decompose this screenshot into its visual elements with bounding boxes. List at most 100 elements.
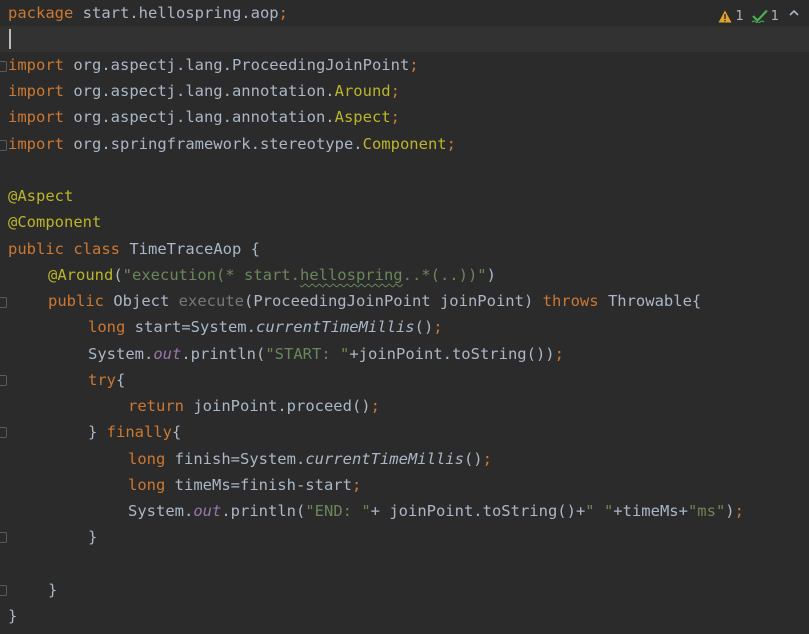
code-line-class-declaration[interactable]: public class TimeTraceAop { [8,236,260,262]
keyword: long [128,476,166,494]
check-count: 1 [770,8,779,24]
keyword: return [128,397,184,415]
import-class: Component [362,135,447,153]
code-line-annotation[interactable]: @Component [8,209,101,235]
parameters: (ProceedingJoinPoint joinPoint) [243,292,543,310]
fold-marker-icon[interactable] [0,375,7,386]
code-line-method-declaration[interactable]: public Object execute(ProceedingJoinPoin… [48,288,701,314]
typo-string: hellospring [299,266,403,284]
semicolon: ; [370,397,380,415]
code-text: { [116,371,126,389]
keyword: long [128,450,166,468]
code-text: .println( [221,502,306,520]
code-line[interactable]: System.out.println("START: "+joinPoint.t… [88,341,564,367]
semicolon: ; [482,450,492,468]
code-line[interactable]: } [8,603,17,629]
static-field: out [193,502,222,520]
code-line[interactable]: try{ [88,367,125,393]
semicolon: ; [446,135,456,153]
closing-brace: } [48,581,58,599]
import-path: org.aspectj.lang.ProceedingJoinPoint [64,56,410,74]
code-text: start=System. [125,318,256,336]
code-text: .println( [181,345,266,363]
code-text: joinPoint.proceed() [184,397,371,415]
semicolon: ; [390,108,400,126]
code-line[interactable]: return joinPoint.proceed(); [128,393,380,419]
code-editor[interactable]: 1 1 package start.hellospring.aop; impor… [0,0,809,634]
code-text: finish=System. [165,450,306,468]
fold-marker-icon[interactable] [0,427,7,438]
warning-indicator[interactable]: 1 [718,8,744,24]
code-line-import[interactable]: import org.aspectj.lang.annotation.Aroun… [8,78,400,104]
keyword: public [8,240,64,258]
warning-count: 1 [735,8,744,24]
semicolon: ; [554,345,564,363]
keyword: try [88,371,116,389]
annotation: @Aspect [8,187,74,205]
keyword: package [8,4,74,22]
method-call: currentTimeMillis [255,318,415,336]
code-text: () [414,318,434,336]
semicolon: ; [734,502,744,520]
semicolon: ; [433,318,443,336]
annotation: @Around [48,266,114,284]
code-text: { [172,423,182,441]
text-caret [9,29,11,49]
import-class: Aspect [334,108,391,126]
annotation: @Component [8,213,102,231]
code-text: +joinPoint.toString()) [349,345,555,363]
check-icon [751,9,768,23]
code-text: + joinPoint.toString()+ [370,502,586,520]
keyword: import [8,56,64,74]
keyword: finally [106,423,172,441]
code-line[interactable]: } [88,524,97,550]
package-name: start.hellospring.aop [73,4,279,22]
paren: ( [113,266,123,284]
string-literal: "execution(* start. [122,266,300,284]
warning-icon [718,10,732,22]
import-path: org.aspectj.lang.annotation. [64,108,335,126]
string-literal: "END: " [305,502,371,520]
paren: ) [486,266,496,284]
keyword: throws [542,292,599,310]
fold-marker-icon[interactable] [0,532,7,543]
keyword: import [8,108,64,126]
semicolon: ; [278,4,288,22]
method-call: currentTimeMillis [305,450,464,468]
code-text: System. [88,345,154,363]
code-line[interactable]: long start=System.currentTimeMillis(); [88,314,443,340]
closing-brace: } [88,528,98,546]
code-text: ) [725,502,735,520]
code-line-annotation[interactable]: @Aspect [8,183,73,209]
string-literal: ..*(..))" [402,266,487,284]
code-line-import[interactable]: import org.aspectj.lang.ProceedingJoinPo… [8,52,419,78]
keyword: public [48,292,104,310]
keyword: import [8,135,64,153]
code-line[interactable]: System.out.println("END: "+ joinPoint.to… [128,498,744,524]
code-text: System. [128,502,194,520]
keyword: long [88,318,126,336]
method-name: execute [178,292,244,310]
code-line[interactable]: } finally{ [88,419,181,445]
code-line-import[interactable]: import org.aspectj.lang.annotation.Aspec… [8,104,400,130]
inspection-status[interactable]: 1 1 [718,6,779,26]
code-line-package[interactable]: package start.hellospring.aop; [8,0,288,26]
keyword: class [64,240,120,258]
semicolon: ; [351,476,362,494]
chevron-up-icon[interactable] [787,6,801,20]
code-text: } [88,423,107,441]
code-text: timeMs=finish-start [165,476,352,494]
typo-indicator[interactable]: 1 [751,8,779,24]
fold-marker-icon[interactable] [0,297,7,308]
code-line[interactable]: long finish=System.currentTimeMillis(); [128,446,492,472]
code-line[interactable]: } [48,577,57,603]
fold-marker-icon[interactable] [0,61,7,72]
fold-marker-icon[interactable] [0,585,7,596]
code-line-import[interactable]: import org.springframework.stereotype.Co… [8,131,456,157]
keyword: import [8,82,64,100]
code-line[interactable]: long timeMs=finish-start; [128,472,361,498]
semicolon: ; [390,82,400,100]
code-line-around[interactable]: @Around("execution(* start.hellospring..… [48,262,496,288]
fold-marker-icon[interactable] [0,140,7,151]
current-line-highlight [0,26,809,52]
